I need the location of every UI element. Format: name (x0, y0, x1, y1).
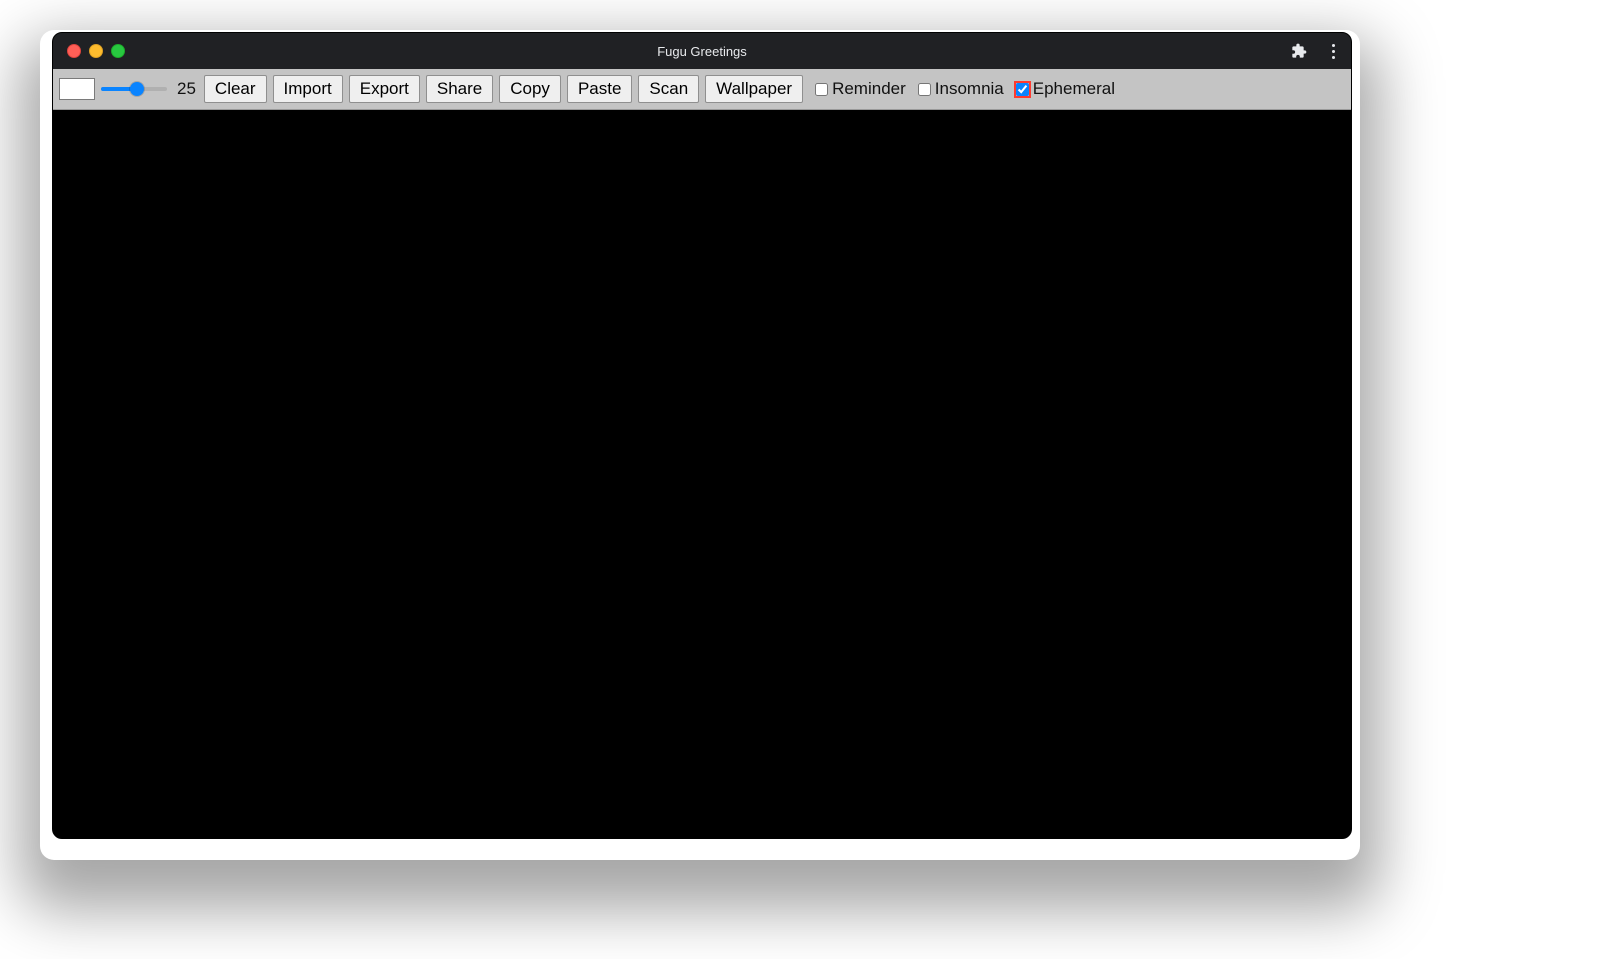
export-button[interactable]: Export (349, 75, 420, 103)
clear-button[interactable]: Clear (204, 75, 267, 103)
ephemeral-label: Ephemeral (1033, 79, 1115, 99)
color-picker[interactable] (59, 78, 95, 100)
insomnia-label: Insomnia (935, 79, 1004, 99)
reminder-toggle: Reminder (811, 79, 906, 99)
copy-button[interactable]: Copy (499, 75, 561, 103)
close-window-button[interactable] (67, 44, 81, 58)
reminder-checkbox[interactable] (815, 83, 828, 96)
ephemeral-toggle: Ephemeral (1012, 79, 1115, 99)
app-window: Fugu Greetings 25 Clear (52, 32, 1352, 839)
brush-size-slider[interactable] (101, 79, 167, 99)
titlebar: Fugu Greetings (53, 33, 1351, 69)
import-button[interactable]: Import (273, 75, 343, 103)
window-controls (53, 44, 125, 58)
scan-button[interactable]: Scan (638, 75, 699, 103)
kebab-menu-icon[interactable] (1325, 41, 1341, 61)
paste-button[interactable]: Paste (567, 75, 632, 103)
window-title: Fugu Greetings (53, 44, 1351, 59)
brush-size-value: 25 (177, 79, 196, 99)
insomnia-checkbox[interactable] (918, 83, 931, 96)
ephemeral-checkbox[interactable] (1016, 83, 1029, 96)
insomnia-toggle: Insomnia (914, 79, 1004, 99)
minimize-window-button[interactable] (89, 44, 103, 58)
extensions-icon[interactable] (1291, 43, 1307, 59)
toolbar: 25 Clear Import Export Share Copy Paste … (53, 69, 1351, 110)
drawing-canvas[interactable] (53, 110, 1351, 838)
reminder-label: Reminder (832, 79, 906, 99)
maximize-window-button[interactable] (111, 44, 125, 58)
share-button[interactable]: Share (426, 75, 493, 103)
wallpaper-button[interactable]: Wallpaper (705, 75, 803, 103)
